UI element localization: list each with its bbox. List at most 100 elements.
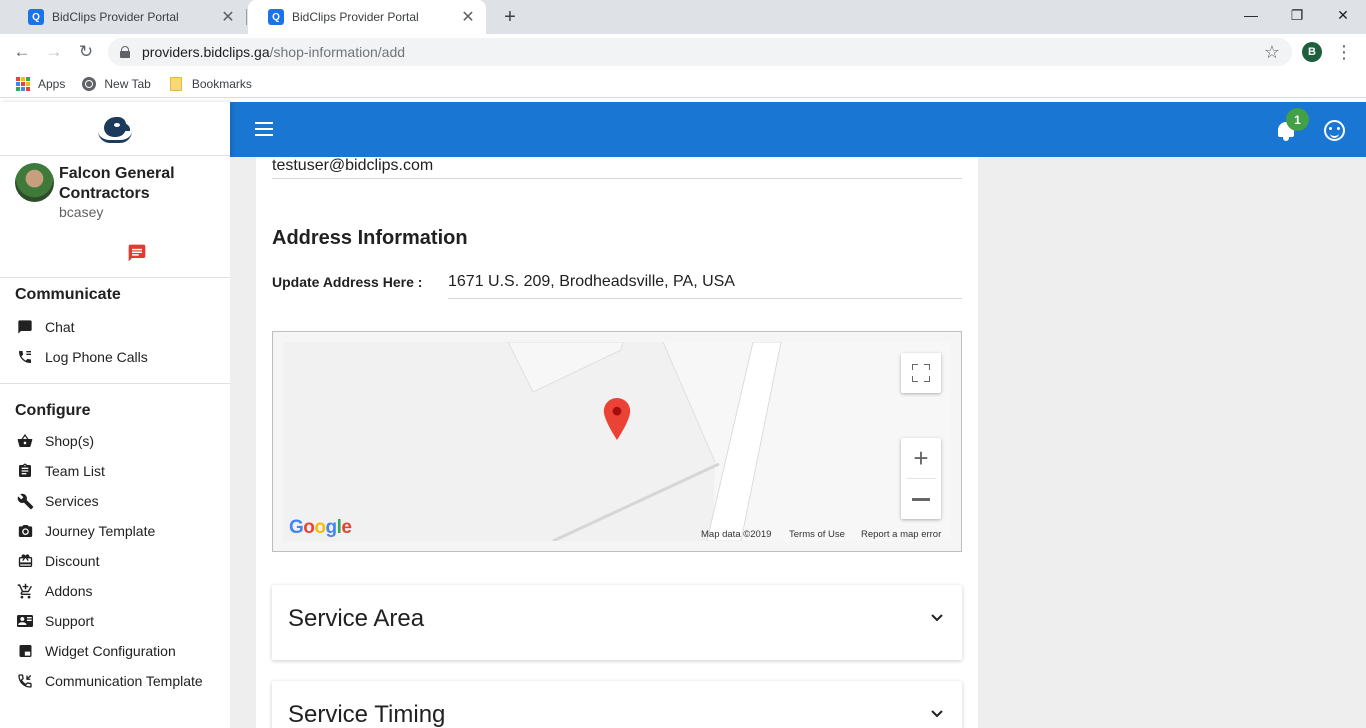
shop-information-card: testuser@bidclips.com Address Informatio… — [256, 157, 978, 728]
map-roads — [507, 342, 951, 541]
tab-separator — [246, 9, 247, 25]
sidebar-item-label: Discount — [45, 553, 100, 569]
zoom-out-minus-icon[interactable] — [901, 479, 941, 519]
section-title-communicate: Communicate — [15, 286, 121, 303]
bookmark-star-icon[interactable]: ☆ — [1264, 42, 1280, 63]
bidclips-favicon-icon: Q — [268, 9, 284, 25]
tab-title: BidClips Provider Portal — [52, 10, 179, 24]
sidebar-item-label: Communication Template — [45, 673, 203, 689]
map-data-attribution: Map data ©2019 — [701, 529, 772, 540]
sidebar-item-label: Support — [45, 613, 95, 629]
address-input-underline — [448, 298, 962, 299]
avatar — [15, 163, 54, 202]
sidebar-item-addons[interactable]: Addons — [0, 576, 230, 606]
fullscreen-icon — [912, 364, 930, 382]
service-area-accordion[interactable]: Service Area — [272, 585, 962, 660]
sidebar-item-log-phone-calls[interactable]: Log Phone Calls — [0, 342, 230, 372]
basket-icon — [16, 432, 34, 450]
bookmark-label: Apps — [38, 76, 66, 91]
sidebar-item-communication-template[interactable]: Communication Template — [0, 666, 230, 696]
folder-icon — [169, 76, 182, 91]
minimize-window-icon[interactable]: — — [1228, 0, 1274, 30]
sidebar-item-label: Services — [45, 493, 99, 509]
main-content: testuser@bidclips.com Address Informatio… — [230, 157, 1366, 728]
accordion-title: Service Timing — [288, 701, 446, 728]
logo-row — [0, 102, 230, 156]
close-tab-icon[interactable]: ✕ — [458, 7, 478, 27]
map-container: + Google Map data ©2019 Terms of Use Rep… — [272, 331, 962, 552]
map-report-error-link[interactable]: Report a map error — [861, 529, 941, 540]
notification-count-badge[interactable]: 1 — [1286, 108, 1309, 131]
zoom-in-plus-icon[interactable]: + — [901, 438, 941, 478]
message-icon[interactable] — [127, 243, 147, 263]
chat-icon — [16, 318, 34, 336]
wrench-icon — [16, 492, 34, 510]
restore-window-icon[interactable]: ❐ — [1274, 0, 1320, 30]
account-face-icon[interactable] — [1324, 120, 1345, 141]
address-bar[interactable]: providers.bidclips.ga/shop-information/a… — [108, 38, 1292, 66]
close-window-icon[interactable]: ✕ — [1320, 0, 1366, 30]
bookmark-apps[interactable]: Apps — [16, 76, 66, 91]
url-path: /shop-information/add — [269, 44, 406, 60]
sidebar-item-support[interactable]: Support — [0, 606, 230, 636]
profile-block: Falcon General Contractors bcasey — [0, 156, 230, 278]
menu-hamburger-icon[interactable] — [255, 122, 273, 136]
gift-card-icon — [16, 552, 34, 570]
chevron-down-icon[interactable] — [930, 611, 944, 625]
sidebar-item-label: Addons — [45, 583, 93, 599]
lock-icon[interactable] — [120, 46, 130, 58]
new-tab-plus-icon[interactable]: + — [498, 5, 522, 29]
url-host: providers.bidclips.ga — [142, 44, 270, 60]
browser-tab-1[interactable]: Q BidClips Provider Portal ✕ — [8, 0, 246, 34]
reload-icon[interactable]: ↻ — [74, 40, 98, 64]
google-logo: Google — [289, 517, 352, 538]
address-section-heading: Address Information — [272, 227, 468, 249]
sidebar-item-team-list[interactable]: Team List — [0, 456, 230, 486]
sidebar-item-chat[interactable]: Chat — [0, 312, 230, 342]
phone-log-icon — [16, 348, 34, 366]
map-terms-link[interactable]: Terms of Use — [789, 529, 845, 540]
clipboard-icon — [16, 462, 34, 480]
email-field-underline — [272, 178, 962, 179]
sidebar-item-journey-template[interactable]: Journey Template — [0, 516, 230, 546]
sidebar-item-label: Widget Configuration — [45, 643, 176, 659]
sidebar-item-services[interactable]: Services — [0, 486, 230, 516]
sidebar: Falcon General Contractors bcasey Commun… — [0, 102, 230, 728]
apps-grid-icon — [16, 76, 30, 91]
sidebar-item-label: Log Phone Calls — [45, 349, 148, 365]
bookmark-label: New Tab — [104, 76, 151, 91]
sidebar-item-label: Chat — [45, 319, 75, 335]
map-canvas[interactable]: + Google Map data ©2019 Terms of Use Rep… — [283, 342, 951, 541]
browser-tab-strip: Q BidClips Provider Portal ✕ Q BidClips … — [0, 0, 1366, 34]
bookmark-new-tab[interactable]: New Tab — [82, 76, 151, 91]
browser-profile-avatar[interactable]: B — [1302, 42, 1322, 62]
close-tab-icon[interactable]: ✕ — [218, 7, 238, 27]
sidebar-item-label: Shop(s) — [45, 433, 95, 449]
sidebar-item-discount[interactable]: Discount — [0, 546, 230, 576]
browser-toolbar: ← → ↻ providers.bidclips.ga/shop-informa… — [0, 34, 1366, 70]
bookmark-folder[interactable]: Bookmarks — [169, 76, 252, 91]
map-pin-icon[interactable] — [603, 398, 631, 440]
email-field[interactable]: testuser@bidclips.com — [272, 157, 433, 175]
bookmarks-bar: Apps New Tab Bookmarks — [0, 70, 1366, 98]
bidclips-favicon-icon: Q — [28, 9, 44, 25]
browser-menu-icon[interactable]: ⋮ — [1334, 40, 1354, 64]
tab-title: BidClips Provider Portal — [292, 10, 419, 24]
chevron-down-icon[interactable] — [930, 707, 944, 721]
address-input[interactable]: 1671 U.S. 209, Brodheadsville, PA, USA — [448, 273, 962, 291]
sidebar-item-label: Team List — [45, 463, 105, 479]
back-arrow-icon[interactable]: ← — [10, 40, 34, 64]
add-shopping-cart-icon — [16, 582, 34, 600]
sidebar-item-widget-configuration[interactable]: Widget Configuration — [0, 636, 230, 666]
falcon-logo-icon[interactable] — [96, 113, 134, 145]
contact-card-icon — [16, 612, 34, 630]
service-timing-accordion[interactable]: Service Timing — [272, 681, 962, 728]
globe-icon — [82, 76, 97, 91]
username: bcasey — [59, 204, 104, 220]
fullscreen-map-button[interactable] — [901, 353, 941, 393]
browser-tab-2-active[interactable]: Q BidClips Provider Portal ✕ — [248, 0, 486, 34]
camera-icon — [16, 522, 34, 540]
bookmark-label: Bookmarks — [191, 76, 252, 91]
forward-arrow-icon[interactable]: → — [42, 40, 66, 64]
sidebar-item-shops[interactable]: Shop(s) — [0, 426, 230, 456]
